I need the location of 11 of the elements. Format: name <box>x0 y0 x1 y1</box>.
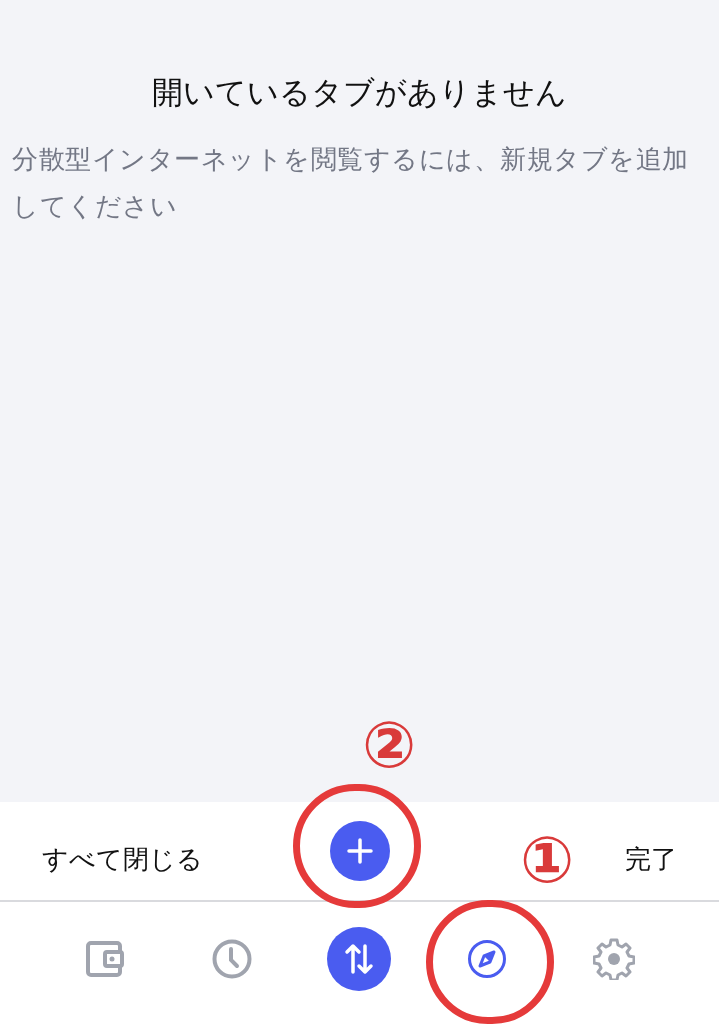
annotation-number: ① <box>520 822 575 898</box>
close-all-button[interactable]: すべて閉じる <box>42 823 203 879</box>
done-button[interactable]: 完了 <box>625 823 677 879</box>
empty-title: 開いているタブがありません <box>152 73 567 112</box>
wallet-icon <box>85 941 124 977</box>
clock-icon <box>212 939 253 979</box>
empty-message: 分散型インターネットを閲覧するには、新規タブを追加してください <box>11 143 690 223</box>
plus-icon <box>345 837 374 865</box>
settings-icon <box>593 938 636 980</box>
annotation-number: ② <box>362 707 417 783</box>
compass-icon <box>466 939 507 979</box>
